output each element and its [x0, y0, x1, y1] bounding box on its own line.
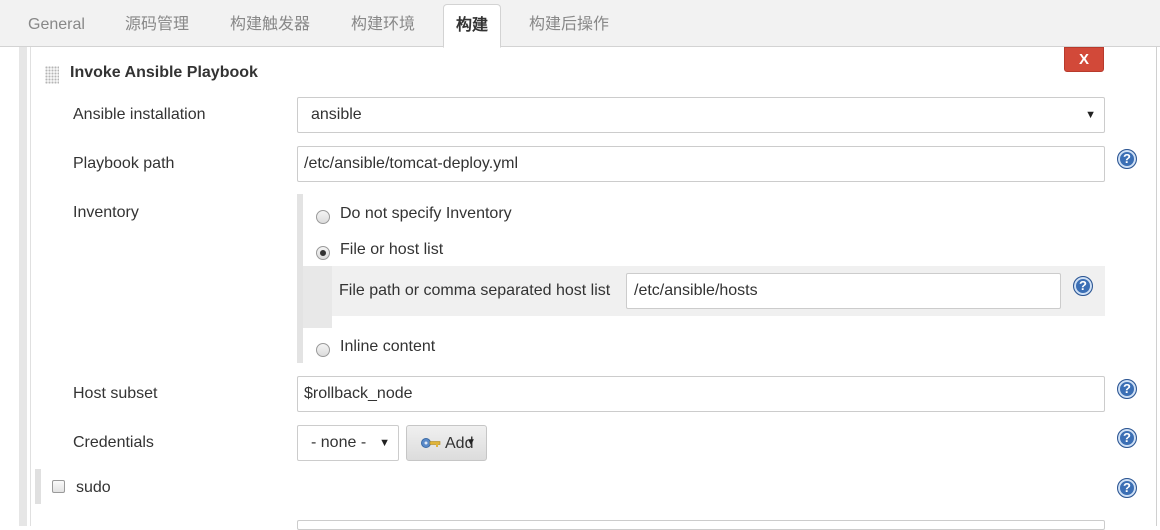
chevron-down-icon: ▼ [466, 437, 476, 448]
add-credentials-button[interactable]: Add ▼ [406, 425, 487, 461]
next-field-input[interactable] [297, 520, 1105, 530]
credentials-label: Credentials [73, 434, 154, 451]
file-path-label: File path or comma separated host list [339, 282, 611, 299]
host-subset-value: $rollback_node [304, 385, 413, 402]
host-subset-label: Host subset [73, 385, 158, 402]
credentials-value: - none - [311, 434, 367, 451]
tab-general[interactable]: General [28, 0, 85, 46]
credentials-select[interactable]: - none - ▼ [297, 425, 399, 461]
key-icon [421, 438, 441, 448]
file-path-value: /etc/ansible/hosts [634, 282, 758, 299]
radio-inline-content-label: Inline content [340, 338, 436, 355]
playbook-path-value: /etc/ansible/tomcat-deploy.yml [304, 155, 519, 172]
section-right-border [1156, 47, 1157, 526]
radio-inline-content[interactable] [316, 343, 330, 357]
radio-no-inventory[interactable] [316, 210, 330, 224]
help-icon[interactable]: ? [1117, 478, 1137, 498]
sudo-checkbox[interactable] [52, 480, 65, 493]
inventory-label: Inventory [73, 204, 139, 221]
section-left-border [19, 47, 27, 526]
drag-handle-icon[interactable] [45, 66, 59, 84]
radio-no-inventory-label: Do not specify Inventory [340, 205, 512, 222]
section-inner-border [30, 47, 31, 526]
tab-source-control[interactable]: 源码管理 [125, 0, 189, 46]
delete-step-button[interactable]: X [1064, 47, 1104, 72]
tab-build[interactable]: 构建 [443, 4, 502, 48]
playbook-path-input[interactable]: /etc/ansible/tomcat-deploy.yml [297, 146, 1105, 182]
chevron-down-icon: ▼ [379, 437, 390, 449]
radio-file-or-host-list-label: File or host list [340, 241, 444, 258]
tab-build-environment[interactable]: 构建环境 [351, 0, 415, 46]
sudo-label: sudo [76, 479, 111, 496]
sudo-group-border [35, 469, 41, 504]
ansible-installation-select[interactable]: ansible ▼ [297, 97, 1105, 133]
radio-file-or-host-list[interactable] [316, 246, 330, 260]
ansible-installation-value: ansible [311, 106, 362, 123]
tab-post-build-actions[interactable]: 构建后操作 [529, 0, 609, 46]
playbook-path-label: Playbook path [73, 155, 175, 172]
help-icon[interactable]: ? [1117, 149, 1137, 169]
help-icon[interactable]: ? [1117, 379, 1137, 399]
help-icon[interactable]: ? [1073, 276, 1093, 296]
help-icon[interactable]: ? [1117, 428, 1137, 448]
chevron-down-icon: ▼ [1085, 109, 1096, 121]
ansible-installation-label: Ansible installation [73, 106, 206, 123]
file-path-input[interactable]: /etc/ansible/hosts [626, 273, 1061, 309]
tab-build-triggers[interactable]: 构建触发器 [230, 0, 310, 46]
inventory-subpanel-border [303, 266, 332, 328]
host-subset-input[interactable]: $rollback_node [297, 376, 1105, 412]
section-title: Invoke Ansible Playbook [70, 64, 258, 81]
tab-bar: General 源码管理 构建触发器 构建环境 构建 构建后操作 [0, 0, 1160, 48]
